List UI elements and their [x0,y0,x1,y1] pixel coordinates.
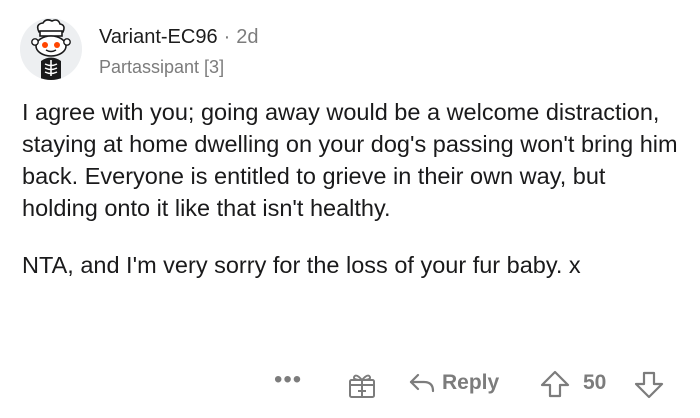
more-options-icon: ••• [274,366,303,393]
reply-label: Reply [442,371,500,394]
comment-paragraph: I agree with you; going away would be a … [22,99,678,221]
reply-arrow-icon [409,373,435,393]
comment-header: Variant-EC96 · 2d Partassipant [3] [0,0,700,90]
meta-separator: · [223,26,231,48]
user-avatar[interactable] [20,18,82,80]
comment-paragraph: NTA, and I'm very sorry for the loss of … [22,252,581,278]
more-options-button[interactable]: ••• [274,366,302,394]
author-username[interactable]: Variant-EC96 [99,26,218,48]
reply-button[interactable]: Reply [409,368,499,398]
comment-action-bar: ••• Reply 50 [0,362,700,406]
vote-score: 50 [583,371,607,394]
author-line: Variant-EC96 · 2d [99,26,259,49]
comment-body: I agree with you; going away would be a … [22,96,682,281]
award-button[interactable] [347,371,377,404]
award-icon [349,374,375,398]
downvote-button[interactable] [634,371,664,404]
comment-timestamp: 2d [236,26,259,48]
upvote-arrow-icon [540,370,570,398]
downvote-arrow-icon [634,371,664,399]
snoo-avatar-icon [20,18,82,80]
user-flair: Partassipant [3] [99,57,225,77]
upvote-button[interactable] [540,370,570,403]
